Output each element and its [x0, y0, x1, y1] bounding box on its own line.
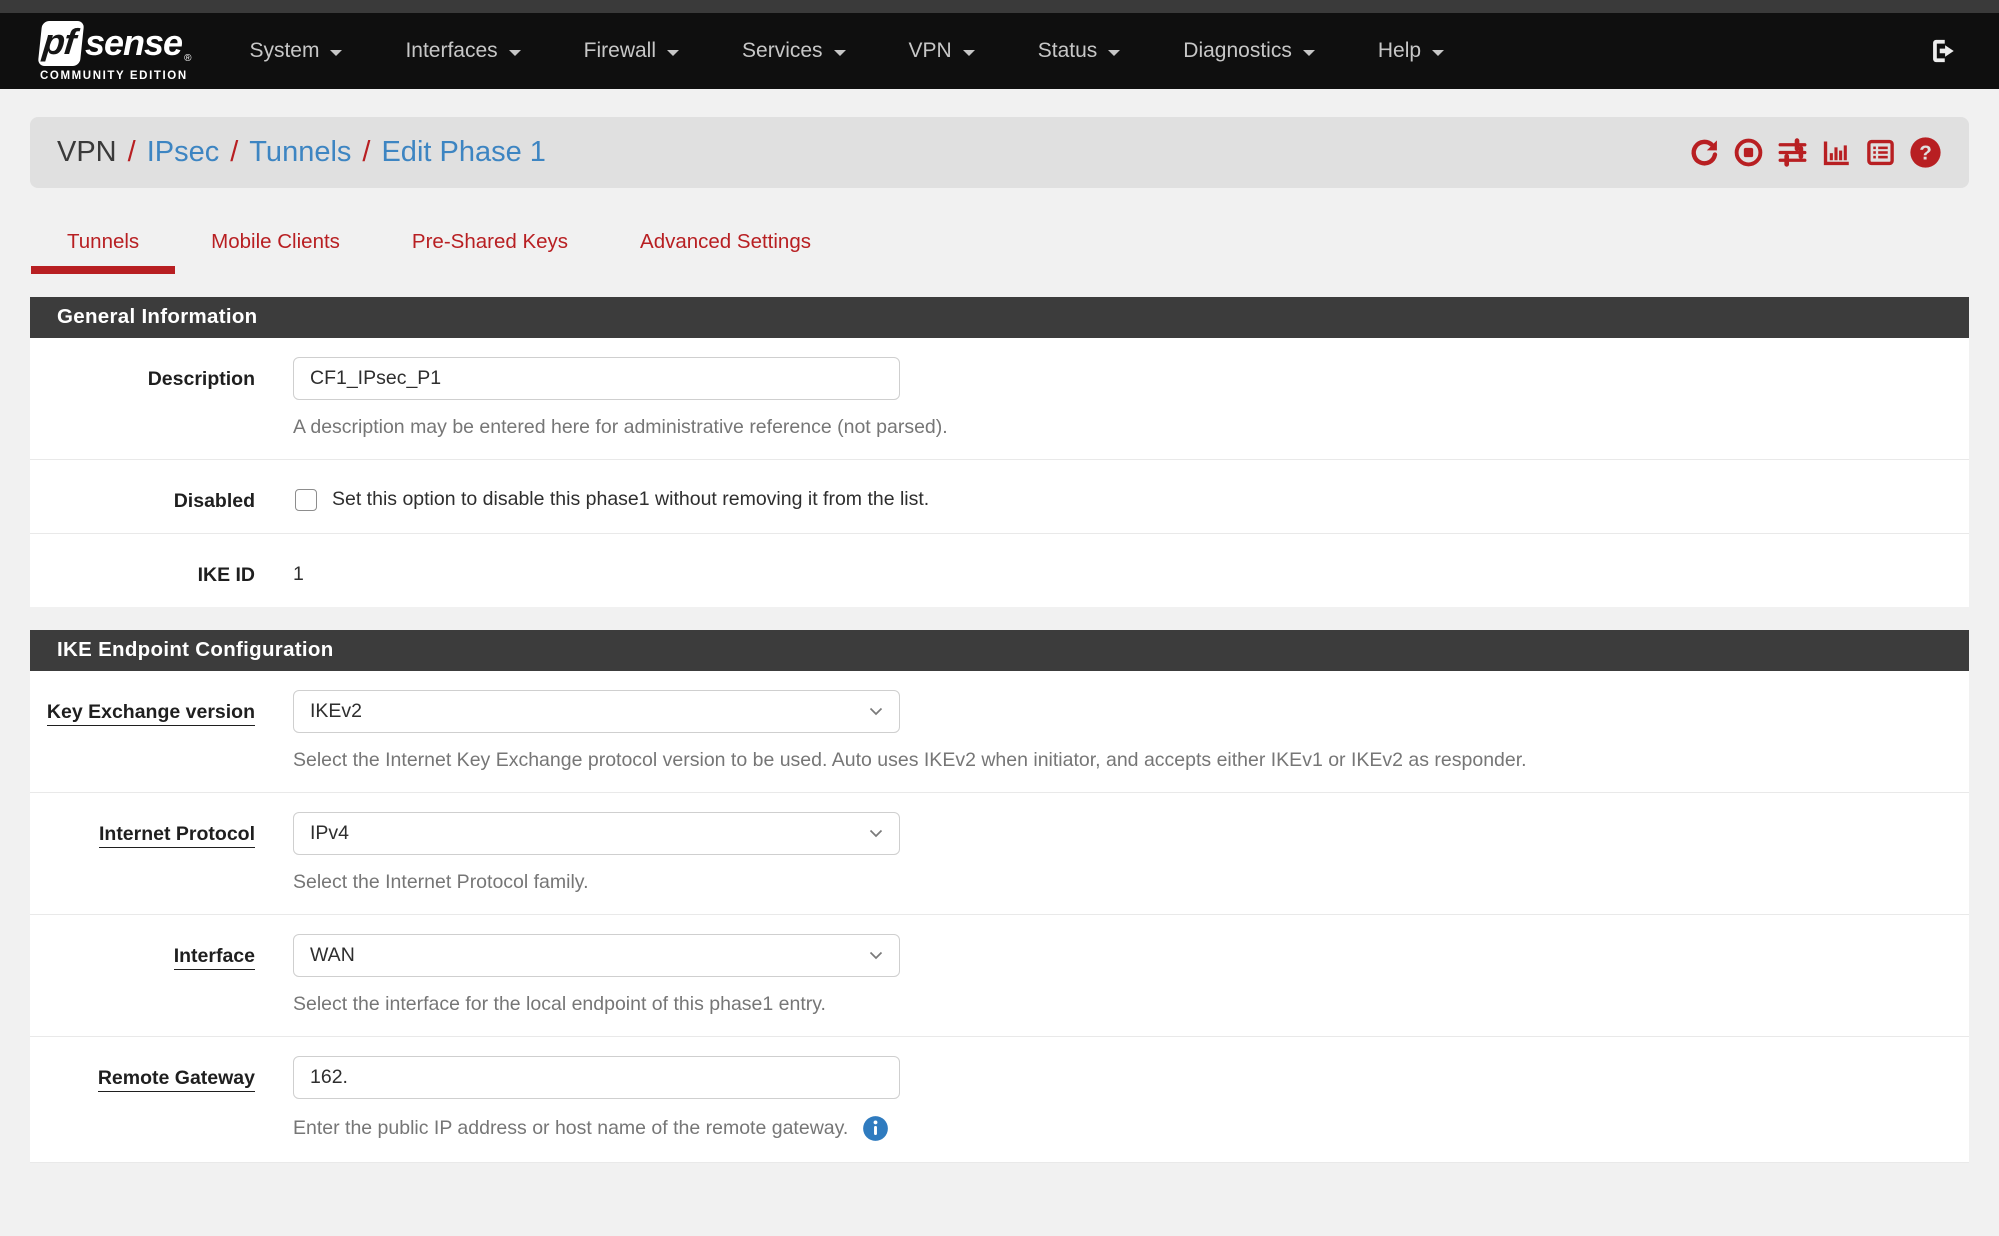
refresh-icon[interactable] — [1689, 137, 1720, 168]
tab-tunnels[interactable]: Tunnels — [31, 224, 175, 274]
key-exchange-help: Select the Internet Key Exchange protoco… — [293, 749, 1969, 772]
description-row: Description A description may be entered… — [30, 338, 1969, 460]
pfsense-logo[interactable]: pf sense ® COMMUNITY EDITION — [40, 21, 191, 82]
interface-label: Interface — [30, 934, 293, 1016]
page-action-icons: ? — [1689, 136, 1942, 169]
ike-endpoint-configuration-panel: IKE Endpoint Configuration Key Exchange … — [30, 630, 1969, 1163]
svg-text:?: ? — [1919, 142, 1932, 165]
nav-item-status[interactable]: Status — [1038, 39, 1121, 63]
breadcrumb-link-ipsec[interactable]: IPsec — [147, 136, 220, 169]
breadcrumb-bar: VPN / IPsec / Tunnels / Edit Phase 1 — [30, 117, 1969, 188]
disabled-checkbox-text: Set this option to disable this phase1 w… — [332, 488, 929, 511]
bar-chart-icon[interactable] — [1821, 137, 1852, 168]
panel-title: General Information — [30, 297, 1969, 338]
interface-value: WAN — [310, 944, 355, 967]
internet-protocol-help: Select the Internet Protocol family. — [293, 871, 1969, 894]
nav-item-help[interactable]: Help — [1378, 39, 1444, 63]
ike-id-label: IKE ID — [30, 553, 293, 587]
key-exchange-label: Key Exchange version — [30, 690, 293, 772]
description-label: Description — [30, 357, 293, 439]
breadcrumb-section: VPN — [57, 136, 117, 169]
nav-item-firewall[interactable]: Firewall — [584, 39, 679, 63]
disabled-row: Disabled Set this option to disable this… — [30, 460, 1969, 534]
main-navbar: pf sense ® COMMUNITY EDITION System Inte… — [0, 13, 1999, 89]
chevron-down-icon — [834, 50, 846, 56]
tab-mobile-clients[interactable]: Mobile Clients — [175, 224, 376, 274]
stop-icon[interactable] — [1733, 137, 1764, 168]
chevron-down-icon — [1303, 50, 1315, 56]
panel-title: IKE Endpoint Configuration — [30, 630, 1969, 671]
sense-logo-text: sense — [85, 25, 182, 61]
internet-protocol-row: Internet Protocol IPv4 Select the Intern… — [30, 793, 1969, 915]
nav-item-interfaces[interactable]: Interfaces — [405, 39, 520, 63]
interface-select[interactable]: WAN — [293, 934, 900, 977]
remote-gateway-help: Enter the public IP address or host name… — [293, 1117, 848, 1140]
pf-logo-box: pf — [38, 21, 85, 66]
community-edition-label: COMMUNITY EDITION — [40, 70, 191, 82]
disabled-label: Disabled — [30, 479, 293, 513]
chevron-down-icon — [963, 50, 975, 56]
breadcrumb-link-tunnels[interactable]: Tunnels — [249, 136, 351, 169]
interface-row: Interface WAN Select the interface for t… — [30, 915, 1969, 1037]
chevron-down-icon — [869, 707, 883, 716]
tab-bar: Tunnels Mobile Clients Pre-Shared Keys A… — [31, 224, 1999, 274]
chevron-down-icon — [330, 50, 342, 56]
description-help: A description may be entered here for ad… — [293, 416, 1969, 439]
chevron-down-icon — [869, 829, 883, 838]
remote-gateway-label: Remote Gateway — [30, 1056, 293, 1142]
internet-protocol-label: Internet Protocol — [30, 812, 293, 894]
top-strip — [0, 0, 1999, 13]
sliders-icon[interactable] — [1777, 137, 1808, 168]
chevron-down-icon — [667, 50, 679, 56]
internet-protocol-select[interactable]: IPv4 — [293, 812, 900, 855]
chevron-down-icon — [1108, 50, 1120, 56]
registered-mark: ® — [184, 54, 191, 64]
chevron-down-icon — [509, 50, 521, 56]
breadcrumb: VPN / IPsec / Tunnels / Edit Phase 1 — [57, 136, 546, 169]
list-icon[interactable] — [1865, 137, 1896, 168]
tab-advanced-settings[interactable]: Advanced Settings — [604, 224, 847, 274]
nav-item-vpn[interactable]: VPN — [909, 39, 975, 63]
general-information-panel: General Information Description A descri… — [30, 297, 1969, 607]
nav-menu: System Interfaces Firewall Services VPN … — [249, 39, 1444, 63]
disabled-checkbox[interactable] — [295, 489, 317, 511]
internet-protocol-value: IPv4 — [310, 822, 349, 845]
ike-id-value: 1 — [293, 553, 1969, 586]
chevron-down-icon — [869, 951, 883, 960]
nav-item-diagnostics[interactable]: Diagnostics — [1183, 39, 1315, 63]
ike-id-row: IKE ID 1 — [30, 534, 1969, 607]
interface-help: Select the interface for the local endpo… — [293, 993, 1969, 1016]
sign-out-icon[interactable] — [1929, 37, 1957, 65]
breadcrumb-current-edit-phase-1: Edit Phase 1 — [381, 136, 545, 169]
help-icon[interactable]: ? — [1909, 136, 1942, 169]
nav-item-system[interactable]: System — [249, 39, 342, 63]
info-icon[interactable] — [862, 1115, 889, 1142]
nav-item-services[interactable]: Services — [742, 39, 846, 63]
remote-gateway-row: Remote Gateway Enter the public IP addre… — [30, 1037, 1969, 1163]
key-exchange-row: Key Exchange version IKEv2 Select the In… — [30, 671, 1969, 793]
chevron-down-icon — [1432, 50, 1444, 56]
key-exchange-select[interactable]: IKEv2 — [293, 690, 900, 733]
remote-gateway-input[interactable] — [293, 1056, 900, 1099]
tab-pre-shared-keys[interactable]: Pre-Shared Keys — [376, 224, 604, 274]
key-exchange-value: IKEv2 — [310, 700, 362, 723]
description-input[interactable] — [293, 357, 900, 400]
